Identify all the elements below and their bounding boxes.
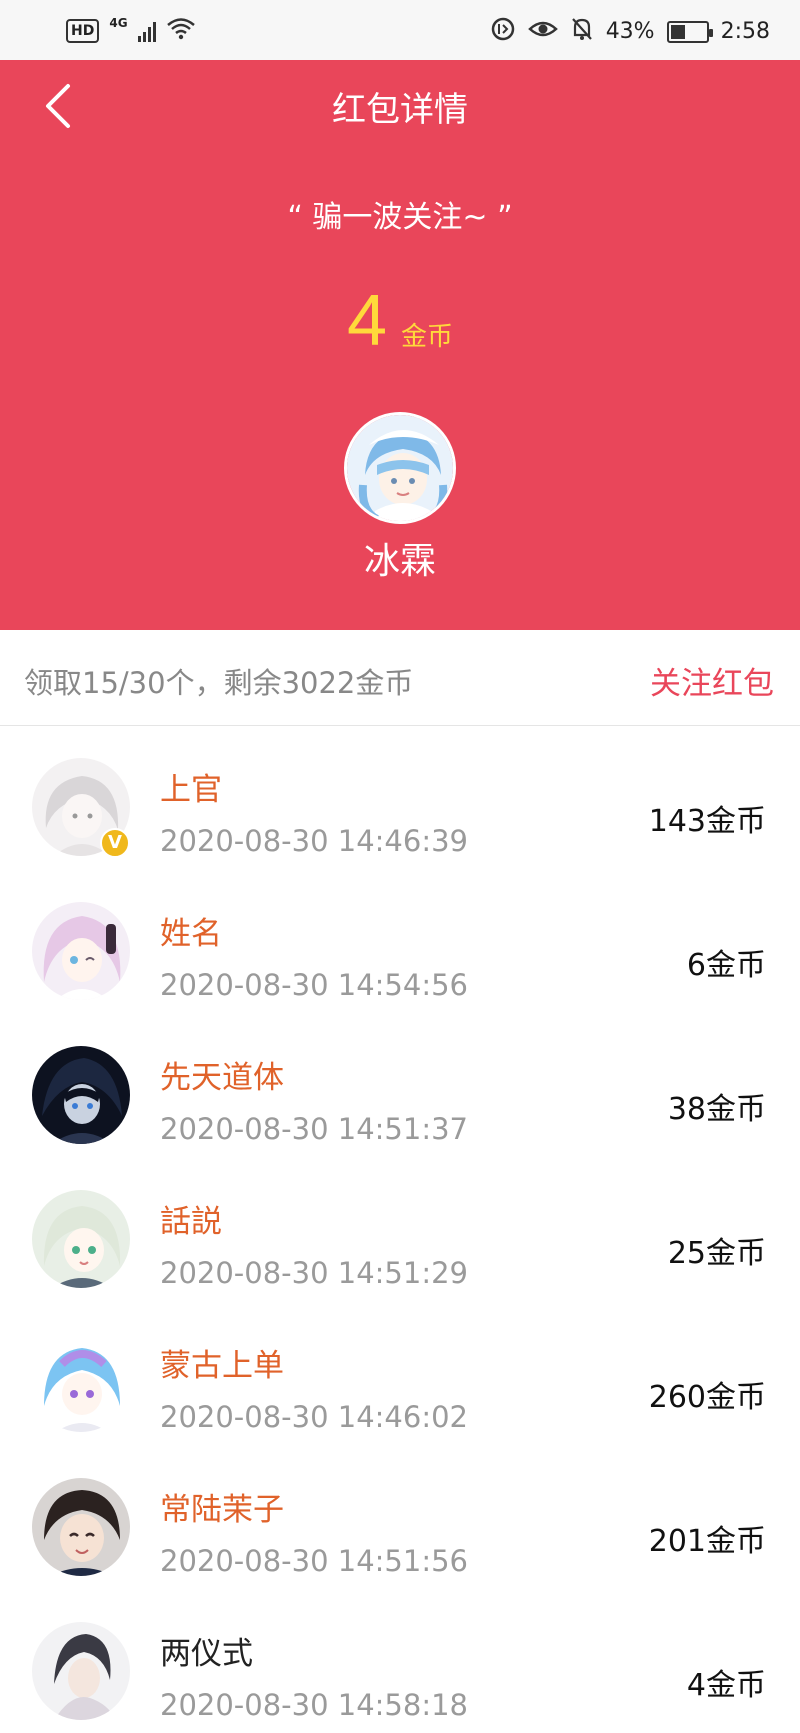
claim-summary-text: 领取15/30个，剩余3022金币	[24, 666, 414, 700]
battery-percent: 43%	[605, 19, 655, 44]
mute-bell-icon	[570, 16, 594, 48]
claimer-name[interactable]: 常陆茉子	[160, 1484, 284, 1529]
list-item[interactable]: 两仪式 2020-08-30 14:58:18 4金币	[0, 1590, 800, 1733]
battery-icon	[666, 21, 713, 43]
claim-time: 2020-08-30 14:46:39	[160, 824, 468, 858]
claim-amount: 38金币	[667, 1092, 766, 1127]
anime-avatar-image	[347, 415, 453, 521]
anime-avatar-image	[32, 1622, 130, 1720]
list-item[interactable]: 話説 2020-08-30 14:51:29 25金币	[0, 1158, 800, 1302]
signal-icon	[137, 20, 156, 42]
claim-time: 2020-08-30 14:46:02	[160, 1400, 468, 1434]
wifi-icon	[166, 16, 196, 46]
clock: 2:58	[720, 19, 770, 44]
claim-record-list: V 上官 2020-08-30 14:46:39 143金币 姓名 2020-0…	[0, 726, 800, 1733]
page-title: 红包详情	[332, 90, 468, 130]
battery-level	[670, 25, 686, 39]
data-saver-icon	[490, 16, 516, 48]
claim-amount: 6金币	[686, 948, 766, 983]
list-item[interactable]: 姓名 2020-08-30 14:54:56 6金币	[0, 870, 800, 1014]
claim-time: 2020-08-30 14:58:18	[160, 1688, 468, 1722]
amount-unit: 金币	[401, 322, 454, 352]
claimer-name[interactable]: 两仪式	[160, 1628, 253, 1673]
avatar[interactable]	[32, 1478, 130, 1576]
anime-avatar-image	[32, 902, 130, 1000]
anime-avatar-image	[32, 1478, 130, 1576]
avatar[interactable]	[32, 1046, 130, 1144]
claimer-name[interactable]: 姓名	[160, 908, 222, 953]
avatar[interactable]	[32, 1190, 130, 1288]
blessing-message: “ 骗一波关注~ ”	[287, 200, 513, 235]
list-item[interactable]: 蒙古上单 2020-08-30 14:46:02 260金币	[0, 1302, 800, 1446]
red-packet-header: 红包详情 “ 骗一波关注~ ” 4 金币 冰霖	[0, 60, 800, 630]
claim-amount: 143金币	[648, 804, 766, 839]
list-item[interactable]: V 上官 2020-08-30 14:46:39 143金币	[0, 726, 800, 870]
claim-time: 2020-08-30 14:51:56	[160, 1544, 468, 1578]
claim-amount: 25金币	[667, 1236, 766, 1271]
anime-avatar-image	[32, 1334, 130, 1432]
network-type: 4G	[109, 16, 128, 30]
claim-amount: 4金币	[686, 1668, 766, 1703]
claim-summary: 领取15/30个，剩余3022金币 关注红包	[0, 630, 800, 726]
claimer-name[interactable]: 上官	[160, 764, 222, 809]
sender-avatar[interactable]	[344, 412, 456, 524]
list-item[interactable]: 常陆茉子 2020-08-30 14:51:56 201金币	[0, 1446, 800, 1590]
claim-time: 2020-08-30 14:51:37	[160, 1112, 468, 1146]
amount-value: 4	[346, 281, 388, 361]
eye-comfort-icon	[527, 17, 558, 47]
claimer-name[interactable]: 蒙古上单	[160, 1340, 284, 1385]
avatar[interactable]	[32, 1622, 130, 1720]
claim-amount: 260金币	[648, 1380, 766, 1415]
anime-avatar-image	[32, 1046, 130, 1144]
claim-amount: 201金币	[648, 1524, 766, 1559]
hd-icon: HD	[66, 19, 100, 43]
verified-badge-icon: V	[100, 828, 130, 858]
status-right: 43% 2:58	[490, 16, 770, 48]
anime-avatar-image	[32, 1190, 130, 1288]
claimer-name[interactable]: 話説	[160, 1196, 222, 1241]
claim-time: 2020-08-30 14:54:56	[160, 968, 468, 1002]
avatar[interactable]	[32, 1334, 130, 1432]
claimer-name[interactable]: 先天道体	[160, 1052, 284, 1097]
status-bar: HD 4G 43% 2:58	[0, 0, 800, 60]
sender-name: 冰霖	[363, 541, 436, 582]
avatar[interactable]	[32, 902, 130, 1000]
status-left: HD 4G	[66, 16, 196, 46]
follow-red-packet-link[interactable]: 关注红包	[650, 658, 774, 703]
claim-time: 2020-08-30 14:51:29	[160, 1256, 468, 1290]
packet-amount: 4 金币	[0, 280, 800, 362]
list-item[interactable]: 先天道体 2020-08-30 14:51:37 38金币	[0, 1014, 800, 1158]
